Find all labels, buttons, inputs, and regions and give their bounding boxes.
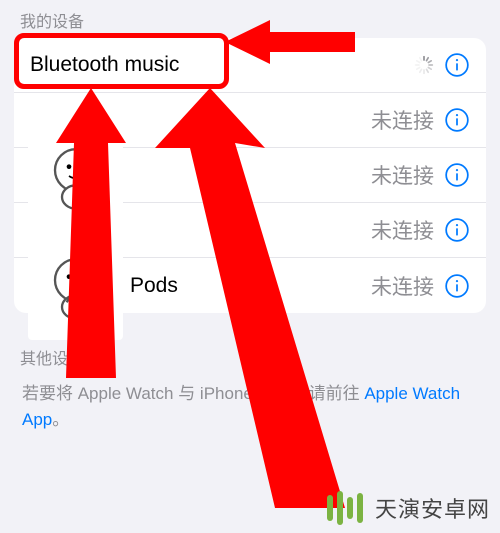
watermark: 天演安卓网 [325,489,490,527]
watermark-logo-icon [325,489,367,527]
device-status: 未连接 [371,215,434,245]
watermark-text: 天演安卓网 [375,492,490,524]
info-icon[interactable] [444,107,470,133]
info-icon[interactable] [444,273,470,299]
device-name: Bluetooth music [30,53,414,77]
cartoon-sticker-icon [41,251,111,321]
info-icon[interactable] [444,217,470,243]
device-status: 未连接 [371,160,434,190]
other-devices-header: 其他设备 [0,337,500,375]
cartoon-sticker-icon [41,141,111,211]
device-status: 未连接 [371,105,434,135]
loading-spinner-icon [92,352,108,368]
sticker-overlay-1 [28,122,123,230]
info-icon[interactable] [444,162,470,188]
device-row-0[interactable]: Bluetooth music [14,38,486,93]
device-status: 未连接 [371,271,434,301]
sticker-overlay-2 [28,232,123,340]
loading-spinner-icon [414,55,434,75]
info-icon[interactable] [444,52,470,78]
pairing-help-text: 若要将 Apple Watch 与 iPhone 配对，请前往 Apple Wa… [0,375,500,438]
my-devices-header: 我的设备 [0,0,500,38]
